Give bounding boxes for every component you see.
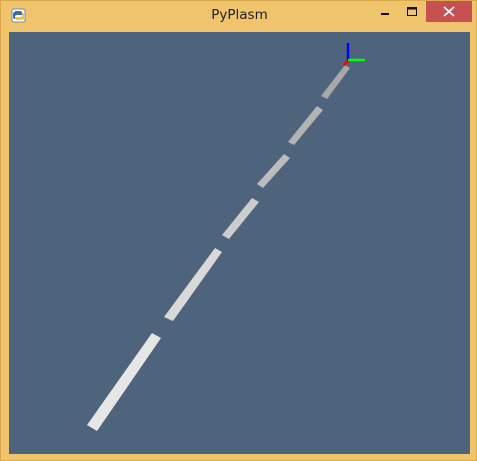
- minimize-button[interactable]: [372, 1, 399, 22]
- close-icon: [443, 6, 455, 17]
- line-segment: [257, 154, 290, 188]
- line-segment: [288, 106, 323, 145]
- minimize-icon: [381, 13, 389, 15]
- python-icon[interactable]: [11, 8, 26, 23]
- close-button[interactable]: [426, 1, 472, 22]
- maximize-icon: [407, 7, 417, 16]
- line-segment: [164, 248, 222, 321]
- 3d-viewport[interactable]: [9, 32, 470, 454]
- app-window: PyPlasm: [0, 0, 477, 461]
- axes-gizmo: [342, 43, 365, 67]
- z-axis-line: [342, 59, 350, 67]
- line-segment: [321, 65, 350, 99]
- line-segment: [222, 198, 259, 239]
- scene-canvas: [87, 43, 365, 431]
- maximize-button[interactable]: [399, 1, 426, 22]
- line-segment: [87, 333, 161, 431]
- title-bar[interactable]: PyPlasm: [1, 1, 477, 32]
- dashed-line-model: [87, 65, 350, 431]
